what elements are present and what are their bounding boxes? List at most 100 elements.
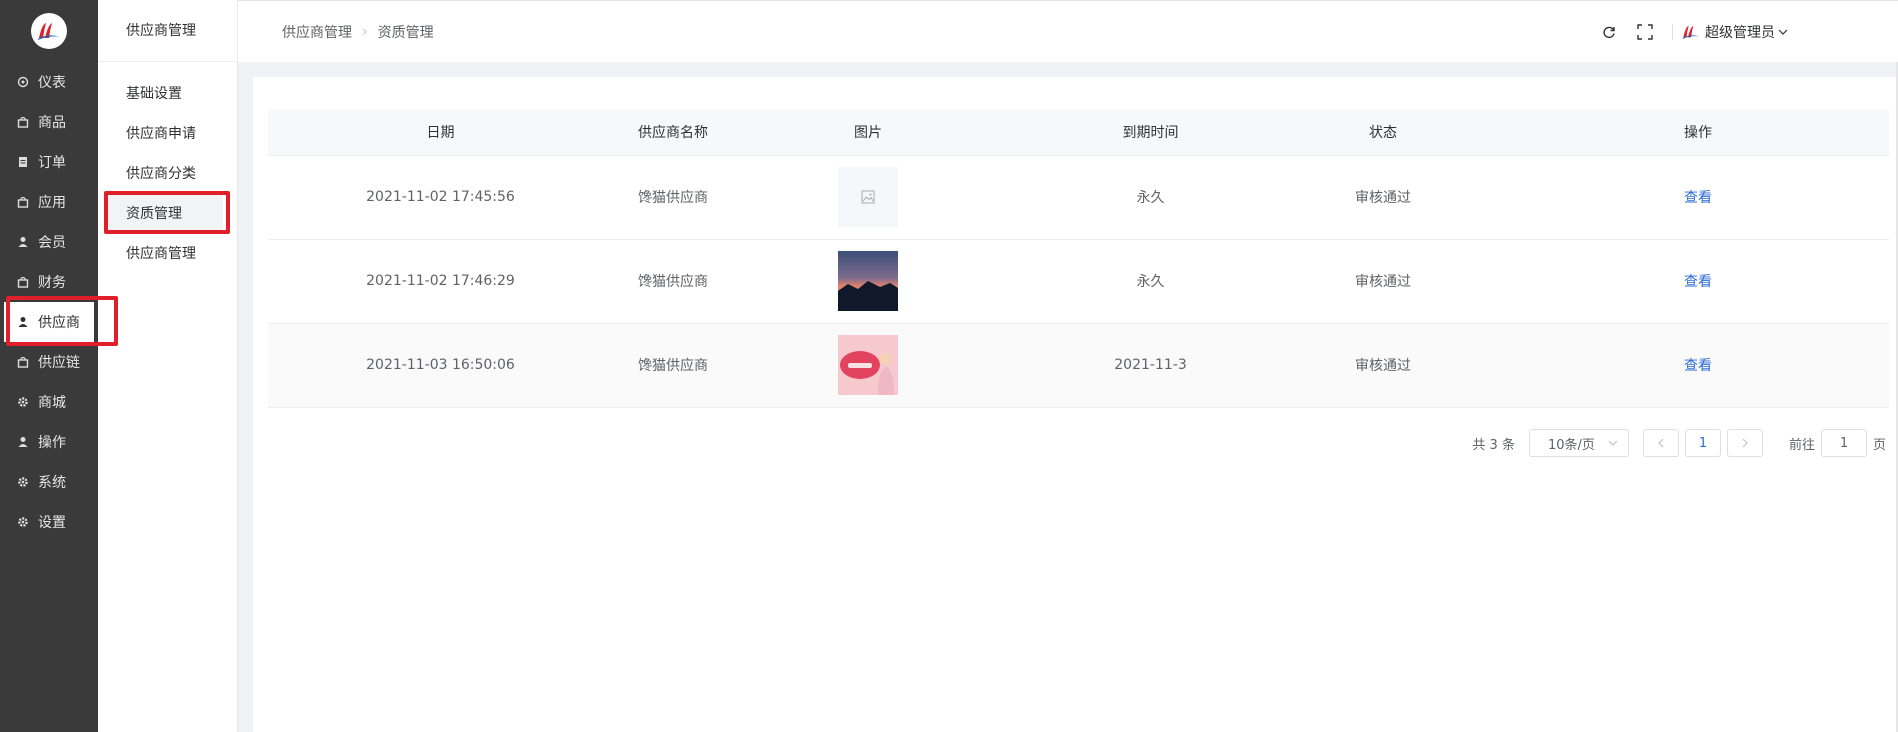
order-icon (16, 155, 30, 169)
cell-date: 2021-11-02 17:45:56 (366, 189, 515, 205)
user-icon (16, 435, 30, 449)
sidebar-item-supplier[interactable]: 供应商 (4, 302, 94, 342)
submenu-list: 基础设置 供应商申请 供应商分类 资质管理 供应商管理 (98, 74, 237, 274)
sidebar-item-label: 仪表 (38, 75, 66, 91)
goto-page-input[interactable]: 1 (1820, 429, 1867, 457)
sidebar-item-label: 财务 (38, 275, 66, 291)
sidebar-item-orders[interactable]: 订单 (0, 142, 98, 182)
breadcrumb: 供应商管理 › 资质管理 (282, 22, 434, 42)
breadcrumb-item[interactable]: 供应商管理 (282, 22, 352, 42)
cell-supplier-name: 馋猫供应商 (638, 358, 708, 374)
cell-image (733, 155, 1003, 239)
cell-image (733, 239, 1003, 323)
sidebar-item-finance[interactable]: 财务 (0, 262, 98, 302)
main-sidebar: 仪表 商品 订单 应用 会员 财务 供应商 供应链 商城 操作 系统 设置 (0, 0, 98, 732)
submenu-item-qualification[interactable]: 资质管理 (104, 194, 223, 234)
cell-date: 2021-11-02 17:46:29 (366, 273, 515, 289)
cell-expire: 永久 (1136, 190, 1165, 206)
qualification-table: 日期 供应商名称 图片 到期时间 状态 操作 2021-11-02 17:45:… (268, 110, 1889, 408)
page-size-value: 10条/页 (1547, 437, 1595, 453)
sidebar-item-members[interactable]: 会员 (0, 222, 98, 262)
view-button[interactable]: 查看 (1684, 190, 1712, 206)
gear-icon (16, 395, 30, 409)
page-size-select[interactable]: 10条/页 (1528, 429, 1629, 457)
submenu-item-supplier-category[interactable]: 供应商分类 (104, 154, 223, 194)
cell-status: 审核通过 (1355, 274, 1411, 290)
chevron-left-icon (1658, 438, 1664, 448)
sidebar-item-operation[interactable]: 操作 (0, 422, 98, 462)
user-icon (16, 235, 30, 249)
sidebar-item-label: 会员 (38, 235, 66, 251)
sidebar-item-mall[interactable]: 商城 (0, 382, 98, 422)
page-number-button[interactable]: 1 (1684, 429, 1721, 457)
image-placeholder-icon[interactable] (838, 167, 898, 227)
cell-action: 查看 (1468, 239, 1889, 323)
submenu: 供应商管理 基础设置 供应商申请 供应商分类 资质管理 供应商管理 (98, 0, 238, 732)
sidebar-item-goods[interactable]: 商品 (0, 102, 98, 142)
submenu-item-supplier-application[interactable]: 供应商申请 (104, 114, 223, 154)
breadcrumb-separator-icon: › (362, 23, 368, 40)
cell-action: 查看 (1468, 155, 1889, 239)
breadcrumb-current: 资质管理 (377, 24, 434, 41)
top-header: 供应商管理 › 资质管理 超级管理员 (238, 0, 1898, 62)
cell-image (733, 323, 1003, 407)
cell-expire: 2021-11-3 (1114, 357, 1187, 373)
gear-icon (16, 475, 30, 489)
table-row: 2021-11-02 17:46:29 馋猫供应商 永久 审核通过 查看 (268, 239, 1889, 323)
next-page-button[interactable] (1726, 429, 1763, 457)
submenu-item-supplier-management[interactable]: 供应商管理 (104, 234, 223, 274)
sidebar-item-label: 供应商 (38, 315, 80, 331)
table-header-row: 日期 供应商名称 图片 到期时间 状态 操作 (268, 110, 1889, 156)
bag-icon (16, 195, 30, 209)
goto-label: 前往 (1788, 437, 1815, 453)
submenu-item-basic-settings[interactable]: 基础设置 (104, 74, 223, 114)
submenu-title: 供应商管理 (98, 0, 237, 62)
sidebar-item-supply-chain[interactable]: 供应链 (0, 342, 98, 382)
table-row: 2021-11-03 16:50:06 馋猫供应商 2021-11-3 审核通过… (268, 323, 1889, 407)
sidebar-item-label: 供应链 (38, 355, 80, 371)
table-row: 2021-11-02 17:45:56 馋猫供应商 永久 审核通过 查看 (268, 155, 1889, 239)
avatar (1681, 22, 1701, 42)
sidebar-item-label: 操作 (38, 435, 66, 451)
column-header: 状态 (1298, 110, 1468, 156)
sidebar-item-settings[interactable]: 设置 (0, 502, 98, 542)
view-button[interactable]: 查看 (1684, 358, 1712, 374)
pink-promo-thumbnail[interactable] (838, 335, 898, 395)
cell-status: 审核通过 (1355, 358, 1411, 374)
cell-date: 2021-11-03 16:50:06 (366, 357, 515, 373)
sidebar-item-dashboard[interactable]: 仪表 (0, 62, 98, 102)
goto-suffix: 页 (1872, 437, 1886, 453)
fullscreen-icon[interactable] (1636, 23, 1654, 41)
main-nav: 仪表 商品 订单 应用 会员 财务 供应商 供应链 商城 操作 系统 设置 (0, 62, 98, 542)
chevron-down-icon (1608, 438, 1618, 448)
chevron-down-icon (1778, 27, 1788, 37)
user-menu[interactable]: 超级管理员 (1681, 22, 1788, 42)
sidebar-item-label: 系统 (38, 475, 66, 491)
bag-icon (16, 355, 30, 369)
header-actions: 超级管理员 (1582, 1, 1788, 63)
logo-mark-icon (38, 23, 60, 40)
prev-page-button[interactable] (1642, 429, 1679, 457)
sidebar-item-label: 商品 (38, 115, 66, 131)
sidebar-item-label: 应用 (38, 195, 66, 211)
dashboard-icon (16, 75, 30, 89)
cell-action: 查看 (1468, 323, 1889, 407)
bag-icon (16, 275, 30, 289)
app-logo[interactable] (31, 13, 67, 49)
refresh-icon[interactable] (1600, 23, 1618, 41)
header-divider (1672, 24, 1673, 40)
cell-supplier-name: 馋猫供应商 (638, 190, 708, 206)
sidebar-item-label: 设置 (38, 515, 66, 531)
column-header: 到期时间 (1003, 110, 1298, 156)
cell-expire: 永久 (1136, 274, 1165, 290)
sidebar-item-label: 商城 (38, 395, 66, 411)
sidebar-item-system[interactable]: 系统 (0, 462, 98, 502)
content-card: 日期 供应商名称 图片 到期时间 状态 操作 2021-11-02 17:45:… (253, 77, 1898, 732)
sunset-photo-thumbnail[interactable] (838, 251, 898, 311)
column-header: 操作 (1468, 110, 1889, 156)
sidebar-item-apps[interactable]: 应用 (0, 182, 98, 222)
column-header: 供应商名称 (613, 110, 733, 156)
view-button[interactable]: 查看 (1684, 274, 1712, 290)
user-name: 超级管理员 (1705, 25, 1775, 41)
cell-status: 审核通过 (1355, 190, 1411, 206)
